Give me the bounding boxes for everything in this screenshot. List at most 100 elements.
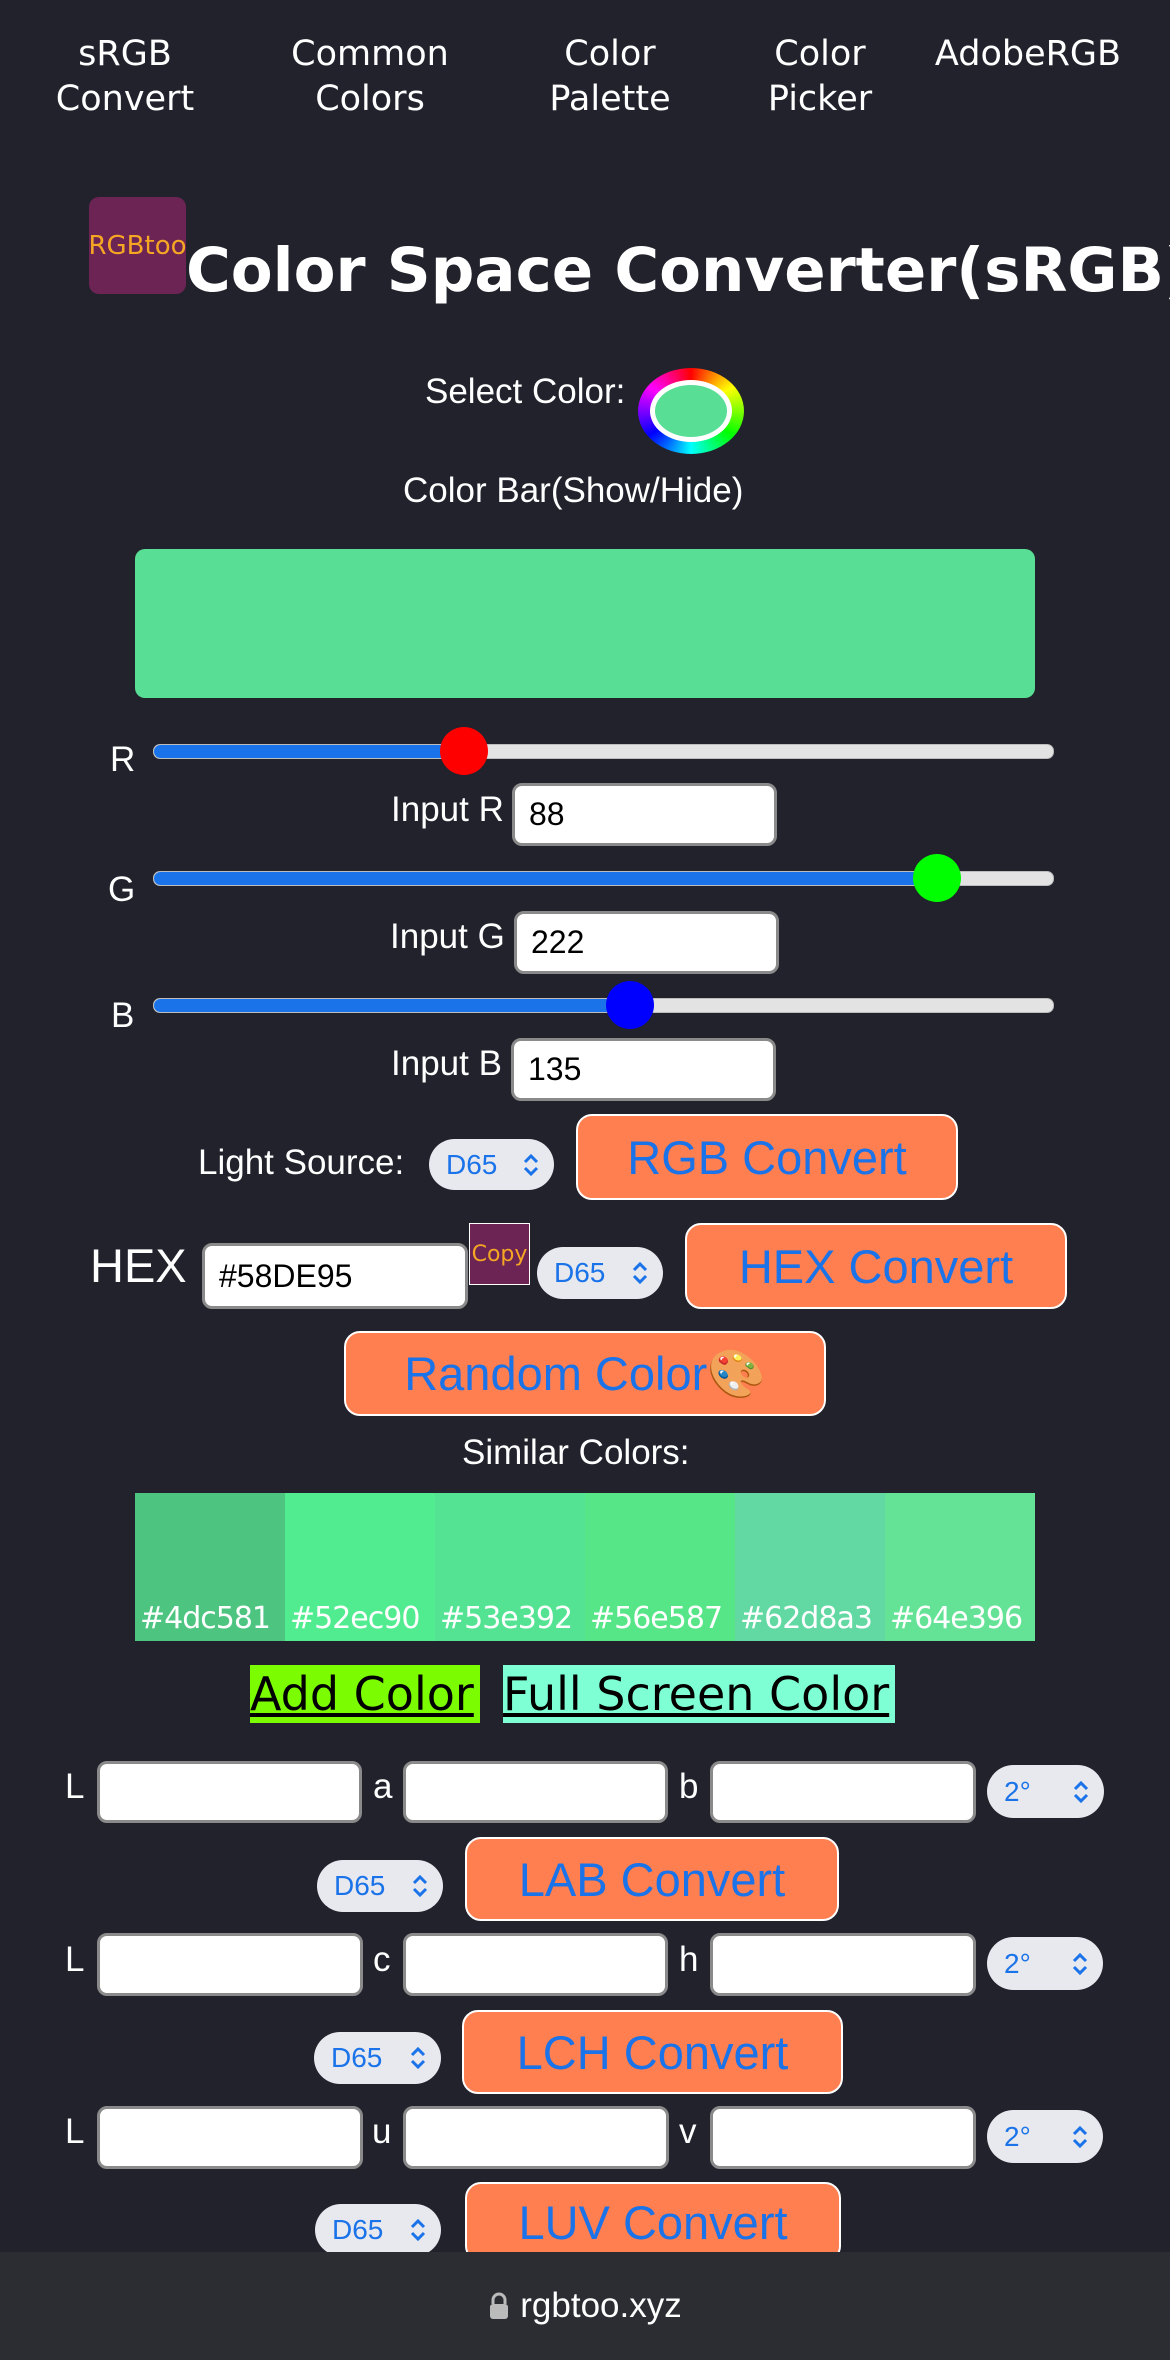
lab-illuminant-select[interactable]: D65: [317, 1860, 443, 1912]
add-color-link[interactable]: Add Color: [250, 1665, 480, 1723]
lch-observer-value: 2°: [1004, 1947, 1031, 1979]
lch-observer-select[interactable]: 2°: [987, 1937, 1103, 1990]
lch-illuminant-value: D65: [331, 2042, 383, 2073]
luv-v-label: v: [679, 2112, 697, 2151]
copy-button[interactable]: Copy: [469, 1223, 530, 1285]
luv-illuminant-select[interactable]: D65: [315, 2204, 441, 2256]
nav-color-palette[interactable]: Color Palette: [540, 32, 680, 122]
input-r-field[interactable]: 88: [512, 783, 777, 846]
hex-input[interactable]: #58DE95: [202, 1243, 468, 1309]
nav-adobergb[interactable]: AdobeRGB: [928, 32, 1128, 77]
random-color-button[interactable]: Random Color🎨: [344, 1331, 826, 1416]
lch-l-input[interactable]: [97, 1933, 363, 1996]
input-r-label: Input R: [391, 790, 504, 829]
browser-url-text: rgbtoo.xyz: [520, 2286, 682, 2325]
similar-colors-label: Similar Colors:: [462, 1433, 690, 1472]
page-title: Color Space Converter(sRGB): [186, 235, 1170, 306]
hex-illuminant-select[interactable]: D65: [537, 1247, 663, 1299]
hex-label: HEX: [90, 1239, 187, 1292]
lch-illuminant-select[interactable]: D65: [314, 2032, 441, 2084]
light-source-label: Light Source:: [198, 1143, 405, 1182]
chevron-updown-icon: [410, 2218, 426, 2242]
lch-c-input[interactable]: [403, 1933, 668, 1996]
slider-g-thumb[interactable]: [913, 854, 962, 902]
hex-convert-button[interactable]: HEX Convert: [685, 1223, 1067, 1309]
chevron-updown-icon: [1072, 2125, 1088, 2148]
lab-a-input[interactable]: [403, 1761, 668, 1823]
slider-r-fill: [154, 745, 465, 758]
lch-c-label: c: [373, 1940, 391, 1979]
luv-illuminant-value: D65: [332, 2214, 384, 2245]
similar-color-hex: #4dc581: [140, 1601, 271, 1636]
slider-g-label: G: [108, 870, 136, 909]
rgb-convert-button[interactable]: RGB Convert: [576, 1114, 958, 1200]
lock-icon: [490, 2292, 509, 2319]
color-bar-toggle[interactable]: Color Bar(Show/Hide): [403, 471, 743, 511]
similar-color-hex: #56e587: [590, 1601, 723, 1636]
similar-color-hex: #62d8a3: [740, 1601, 873, 1636]
input-g-field[interactable]: 222: [514, 911, 779, 974]
slider-r-thumb[interactable]: [440, 727, 489, 775]
color-picker-wheel[interactable]: [638, 368, 744, 454]
color-picker-current: [655, 385, 727, 437]
lab-observer-select[interactable]: 2°: [987, 1765, 1104, 1818]
nav-srgb-convert[interactable]: sRGB Convert: [40, 32, 210, 122]
site-logo[interactable]: RGBtoo: [88, 197, 187, 294]
similar-color-swatch[interactable]: #4dc581: [135, 1493, 285, 1641]
similar-color-swatch[interactable]: #62d8a3: [735, 1493, 885, 1641]
color-swatch: [135, 549, 1035, 698]
input-b-label: Input B: [391, 1044, 502, 1083]
slider-b[interactable]: [153, 981, 1054, 1029]
luv-observer-select[interactable]: 2°: [987, 2110, 1103, 2163]
chevron-updown-icon: [1072, 1952, 1088, 1975]
chevron-updown-icon: [412, 1874, 428, 1898]
full-screen-color-link[interactable]: Full Screen Color: [503, 1665, 895, 1723]
light-source-value: D65: [446, 1148, 498, 1180]
luv-l-label: L: [65, 2112, 85, 2151]
slider-r-label: R: [110, 740, 136, 779]
luv-observer-value: 2°: [1004, 2120, 1031, 2152]
lch-l-label: L: [65, 1940, 85, 1979]
nav-common-colors[interactable]: Common Colors: [290, 32, 450, 122]
slider-b-thumb[interactable]: [605, 981, 654, 1029]
input-g-label: Input G: [390, 917, 505, 956]
input-b-field[interactable]: 135: [511, 1038, 776, 1101]
chevron-updown-icon: [410, 2046, 426, 2070]
lab-l-label: L: [65, 1767, 85, 1806]
lab-illuminant-value: D65: [334, 1870, 386, 1901]
similar-color-hex: #53e392: [440, 1601, 573, 1636]
similar-color-swatch[interactable]: #52ec90: [285, 1493, 435, 1641]
luv-convert-button[interactable]: LUV Convert: [465, 2182, 841, 2262]
similar-color-swatch[interactable]: #56e587: [585, 1493, 735, 1641]
lab-l-input[interactable]: [97, 1761, 362, 1823]
similar-color-hex: #52ec90: [290, 1601, 420, 1636]
lch-convert-button[interactable]: LCH Convert: [462, 2010, 843, 2094]
lab-b-label: b: [679, 1767, 699, 1806]
slider-r[interactable]: [153, 727, 1054, 775]
nav-color-picker[interactable]: Color Picker: [750, 32, 890, 122]
slider-b-fill: [154, 999, 630, 1012]
lab-convert-button[interactable]: LAB Convert: [465, 1837, 839, 1921]
chevron-updown-icon: [1073, 1780, 1089, 1803]
luv-l-input[interactable]: [97, 2106, 363, 2169]
similar-colors-strip: #4dc581 #52ec90 #53e392 #56e587 #62d8a3 …: [135, 1493, 1035, 1641]
similar-color-hex: #64e396: [890, 1601, 1023, 1636]
light-source-select[interactable]: D65: [429, 1139, 554, 1190]
slider-g[interactable]: [153, 854, 1054, 902]
slider-g-fill: [154, 872, 938, 885]
browser-url-bar[interactable]: rgbtoo.xyz: [0, 2252, 1170, 2360]
lch-h-label: h: [679, 1940, 699, 1979]
similar-color-swatch[interactable]: #64e396: [885, 1493, 1035, 1641]
luv-v-input[interactable]: [710, 2106, 976, 2169]
similar-color-swatch[interactable]: #53e392: [435, 1493, 585, 1641]
luv-u-label: u: [372, 2112, 392, 2151]
chevron-updown-icon: [523, 1153, 539, 1176]
lch-h-input[interactable]: [710, 1933, 976, 1996]
lab-b-input[interactable]: [710, 1761, 976, 1823]
slider-b-label: B: [111, 996, 135, 1035]
lab-observer-value: 2°: [1004, 1775, 1031, 1807]
hex-illuminant-value: D65: [554, 1257, 606, 1288]
chevron-updown-icon: [632, 1261, 648, 1285]
luv-u-input[interactable]: [403, 2106, 669, 2169]
select-color-label: Select Color:: [425, 372, 626, 411]
